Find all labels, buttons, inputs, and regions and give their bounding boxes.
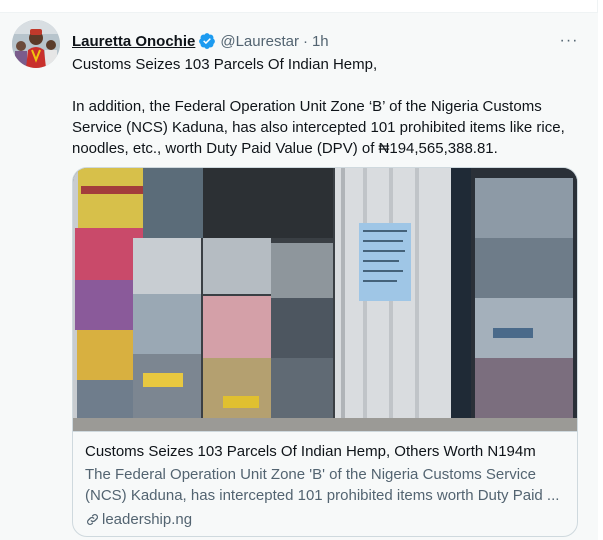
- link-preview-card[interactable]: Customs Seizes 103 Parcels Of Indian Hem…: [72, 167, 578, 537]
- card-description: The Federal Operation Unit Zone 'B' of t…: [85, 466, 560, 504]
- card-body[interactable]: Customs Seizes 103 Parcels Of Indian Hem…: [73, 431, 577, 536]
- verified-badge-icon: [199, 33, 216, 49]
- more-options-button[interactable]: ···: [556, 30, 582, 52]
- author-name[interactable]: Lauretta Onochie: [72, 33, 195, 50]
- more-icon: ···: [559, 32, 579, 49]
- tweet-text: Customs Seizes 103 Parcels Of Indian Hem…: [72, 54, 582, 159]
- card-domain-text: leadership.ng: [102, 511, 193, 528]
- link-icon: [87, 514, 98, 525]
- avatar[interactable]: [12, 20, 60, 68]
- tweet-text-paragraph-2: In addition, the Federal Operation Unit …: [72, 98, 565, 157]
- card-image[interactable]: [73, 168, 577, 431]
- avatar-image: [12, 20, 60, 68]
- card-title[interactable]: Customs Seizes 103 Parcels Of Indian Hem…: [85, 442, 565, 462]
- card-domain[interactable]: leadership.ng: [85, 511, 565, 528]
- tweet-text-line-1: Customs Seizes 103 Parcels Of Indian Hem…: [72, 56, 378, 73]
- author-handle[interactable]: @Laurestar: [220, 33, 299, 50]
- tweet-header: Lauretta Onochie @Laurestar · 1h: [72, 31, 329, 51]
- separator-dot: ·: [302, 32, 308, 50]
- timestamp[interactable]: 1h: [312, 33, 329, 50]
